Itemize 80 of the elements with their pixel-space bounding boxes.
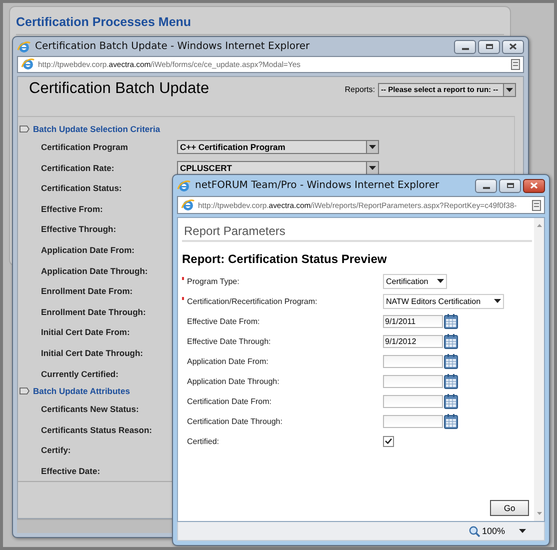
maximize-button[interactable] bbox=[478, 40, 500, 54]
page-icon bbox=[511, 58, 520, 70]
close-button[interactable] bbox=[523, 178, 545, 192]
browser-icon bbox=[177, 178, 191, 192]
browser-icon bbox=[21, 57, 35, 72]
field-label: Application Date From: bbox=[187, 356, 268, 366]
calendar-icon[interactable] bbox=[444, 414, 458, 428]
calendar-icon[interactable] bbox=[444, 354, 458, 368]
field-label: Enrollment Date Through: bbox=[41, 306, 147, 317]
collapse-icon[interactable] bbox=[19, 387, 30, 396]
close-icon bbox=[530, 182, 538, 189]
date-field[interactable] bbox=[383, 394, 443, 408]
dropdown-arrow-icon[interactable] bbox=[519, 529, 526, 533]
window-title: netFORUM Team/Pro - Windows Internet Explorer bbox=[195, 180, 440, 191]
date-field[interactable]: 9/1/2012 bbox=[383, 334, 443, 348]
field-label: Currently Certified: bbox=[41, 368, 120, 379]
minimize-button[interactable] bbox=[475, 178, 497, 192]
checkmark-icon bbox=[385, 438, 392, 444]
checkbox[interactable] bbox=[383, 436, 394, 446]
maximize-button[interactable] bbox=[499, 178, 521, 192]
date-field[interactable] bbox=[383, 354, 443, 368]
scrollbar[interactable] bbox=[534, 218, 544, 521]
field-label: Effective Date Through: bbox=[187, 336, 271, 346]
browser-icon bbox=[17, 40, 31, 54]
report-heading: Report: Certification Status Preview bbox=[182, 251, 388, 268]
field-label: Effective From: bbox=[41, 204, 104, 214]
field-label: Certified: bbox=[187, 436, 220, 446]
dropdown-arrow-icon bbox=[369, 145, 376, 150]
field-label: Certification Date From: bbox=[187, 396, 272, 406]
scroll-up-icon bbox=[536, 224, 542, 227]
field-label: Effective Date: bbox=[41, 466, 102, 476]
dropdown[interactable]: NATW Editors Certification bbox=[383, 294, 504, 308]
close-button[interactable] bbox=[502, 40, 524, 54]
dropdown[interactable]: CPLUSCERT bbox=[177, 160, 379, 175]
browser-icon bbox=[181, 198, 195, 212]
window-title: Certification Batch Update - Windows Internet Explorer bbox=[35, 41, 310, 52]
close-icon bbox=[509, 43, 517, 50]
field-label: Application Date From: bbox=[41, 245, 136, 255]
field-label: Initial Cert Date Through: bbox=[41, 348, 144, 358]
field-label: Certification Status: bbox=[41, 183, 123, 194]
zoom-level[interactable]: 100% bbox=[482, 526, 505, 536]
calendar-icon[interactable] bbox=[444, 334, 458, 348]
dropdown-arrow-icon bbox=[494, 299, 501, 303]
section-link[interactable]: Batch Update Selection Criteria bbox=[33, 124, 160, 134]
date-field[interactable] bbox=[383, 414, 443, 428]
calendar-icon[interactable] bbox=[444, 314, 458, 328]
field-label: Certificants Status Reason: bbox=[41, 424, 153, 435]
field-label: Certification/Recertification Program: bbox=[187, 296, 318, 306]
field-label: Certification Date Through: bbox=[187, 416, 282, 426]
calendar-icon[interactable] bbox=[444, 374, 458, 388]
page-heading: Certification Batch Update bbox=[29, 80, 210, 98]
field-label: Program Type: bbox=[187, 276, 240, 286]
menu-title: Certification Processes Menu bbox=[16, 13, 504, 35]
field-label: Certify: bbox=[41, 445, 72, 456]
scroll-down-icon bbox=[536, 512, 542, 515]
field-label: Certificants New Status: bbox=[41, 404, 140, 414]
section-link[interactable]: Batch Update Attributes bbox=[33, 386, 130, 396]
field-label: Effective Date From: bbox=[187, 316, 260, 326]
section-heading: Report Parameters bbox=[182, 224, 532, 242]
reports-label: Reports: bbox=[344, 85, 375, 94]
field-label: Certification Rate: bbox=[41, 162, 116, 173]
go-button[interactable]: Go bbox=[490, 500, 529, 516]
minimize-button[interactable] bbox=[454, 40, 476, 54]
dropdown[interactable]: Certification bbox=[383, 274, 447, 288]
date-field[interactable] bbox=[383, 374, 443, 388]
dropdown-arrow-icon bbox=[506, 88, 513, 92]
field-label: Initial Cert Date From: bbox=[41, 327, 131, 338]
page-icon bbox=[532, 200, 541, 210]
collapse-icon[interactable] bbox=[19, 125, 30, 134]
field-label: Enrollment Date From: bbox=[41, 286, 134, 296]
zoom-icon bbox=[468, 526, 480, 536]
dropdown-arrow-icon bbox=[369, 166, 376, 170]
date-field[interactable]: 9/1/2011 bbox=[383, 314, 443, 328]
field-label: Certification Program bbox=[41, 142, 129, 152]
field-label: Application Date Through: bbox=[187, 376, 280, 386]
dropdown-arrow-icon bbox=[437, 279, 444, 283]
field-label: Application Date Through: bbox=[41, 266, 149, 276]
calendar-icon[interactable] bbox=[444, 394, 458, 408]
dropdown[interactable]: C++ Certification Program bbox=[177, 140, 379, 154]
field-label: Effective Through: bbox=[41, 224, 118, 234]
